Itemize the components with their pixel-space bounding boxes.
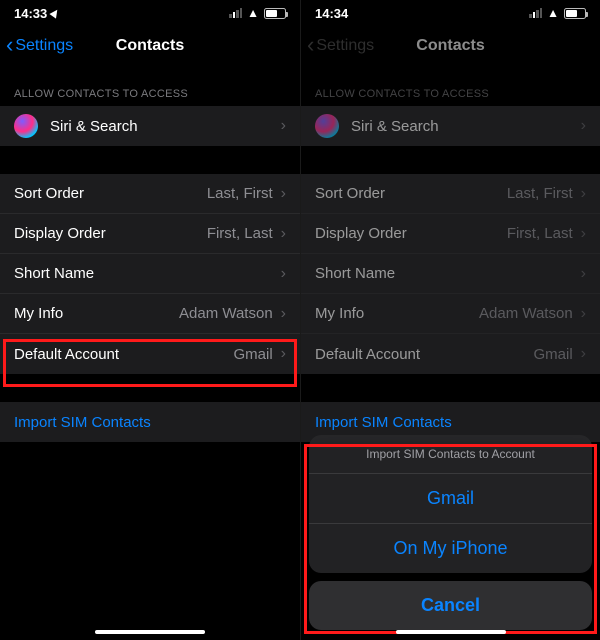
chevron-left-icon: ‹ (307, 34, 314, 56)
battery-icon (564, 8, 586, 19)
row-label: Siri & Search (351, 118, 573, 135)
row-display-order: Display Order First, Last › (301, 214, 600, 254)
chevron-right-icon: › (581, 117, 586, 135)
row-label: Default Account (315, 346, 534, 363)
row-short-name[interactable]: Short Name › (0, 254, 300, 294)
chevron-right-icon: › (281, 305, 286, 323)
battery-icon (264, 8, 286, 19)
right-screenshot: 14:34 ▲ ‹ Settings Contacts ALLOW CONTAC… (300, 0, 600, 640)
row-label: My Info (14, 305, 179, 322)
sheet-header: Import SIM Contacts to Account (309, 435, 592, 474)
back-button: ‹ Settings (307, 36, 374, 56)
row-label: Sort Order (14, 185, 207, 202)
row-my-info: My Info Adam Watson › (301, 294, 600, 334)
row-value: Gmail (234, 346, 273, 363)
row-sort-order: Sort Order Last, First › (301, 174, 600, 214)
left-screenshot: 14:33 ▲ ‹ Settings Contacts ALLOW CONTAC… (0, 0, 300, 640)
wifi-icon: ▲ (547, 7, 559, 19)
section-header-access: ALLOW CONTACTS TO ACCESS (0, 66, 300, 106)
row-label: Default Account (14, 346, 234, 363)
row-my-info[interactable]: My Info Adam Watson › (0, 294, 300, 334)
status-time: 14:33 (14, 6, 47, 21)
chevron-right-icon: › (581, 345, 586, 363)
status-bar: 14:34 ▲ (301, 0, 600, 26)
chevron-right-icon: › (581, 225, 586, 243)
nav-bar: ‹ Settings Contacts (0, 26, 300, 66)
row-siri-search: Siri & Search › (301, 106, 600, 146)
row-value: Adam Watson (179, 305, 273, 322)
row-value: Last, First (207, 185, 273, 202)
status-bar: 14:33 ▲ (0, 0, 300, 26)
chevron-left-icon: ‹ (6, 34, 13, 56)
chevron-right-icon: › (281, 117, 286, 135)
page-title: Contacts (116, 37, 184, 55)
sheet-option-gmail[interactable]: Gmail (309, 474, 592, 524)
back-label: Settings (316, 37, 374, 55)
row-short-name: Short Name › (301, 254, 600, 294)
row-sort-order[interactable]: Sort Order Last, First › (0, 174, 300, 214)
cell-signal-icon (529, 8, 542, 18)
back-label: Settings (15, 37, 73, 55)
status-time: 14:34 (315, 6, 348, 21)
section-header-access: ALLOW CONTACTS TO ACCESS (301, 66, 600, 106)
back-button[interactable]: ‹ Settings (6, 36, 73, 56)
chevron-right-icon: › (281, 185, 286, 203)
chevron-right-icon: › (281, 225, 286, 243)
home-indicator[interactable] (95, 630, 205, 634)
row-label: Display Order (14, 225, 207, 242)
import-sim-label: Import SIM Contacts (315, 414, 452, 431)
siri-icon (14, 114, 38, 138)
row-siri-search[interactable]: Siri & Search › (0, 106, 300, 146)
row-default-account[interactable]: Default Account Gmail › (0, 334, 300, 374)
location-icon (50, 7, 61, 18)
row-label: Siri & Search (50, 118, 273, 135)
sheet-cancel-button[interactable]: Cancel (309, 581, 592, 630)
siri-icon (315, 114, 339, 138)
cell-signal-icon (229, 8, 242, 18)
chevron-right-icon: › (581, 305, 586, 323)
import-sim-label: Import SIM Contacts (14, 414, 151, 431)
page-title: Contacts (416, 37, 484, 55)
row-label: Sort Order (315, 185, 507, 202)
settings-content: ALLOW CONTACTS TO ACCESS Siri & Search ›… (0, 66, 300, 640)
chevron-right-icon: › (581, 265, 586, 283)
row-label: Short Name (14, 265, 273, 282)
chevron-right-icon: › (281, 345, 286, 363)
row-value: First, Last (507, 225, 573, 242)
row-default-account: Default Account Gmail › (301, 334, 600, 374)
row-value: Gmail (534, 346, 573, 363)
action-sheet: Import SIM Contacts to Account Gmail On … (309, 435, 592, 630)
row-display-order[interactable]: Display Order First, Last › (0, 214, 300, 254)
sheet-option-on-my-iphone[interactable]: On My iPhone (309, 524, 592, 573)
wifi-icon: ▲ (247, 7, 259, 19)
row-label: My Info (315, 305, 479, 322)
home-indicator[interactable] (396, 630, 506, 634)
row-label: Short Name (315, 265, 573, 282)
row-value: First, Last (207, 225, 273, 242)
row-value: Adam Watson (479, 305, 573, 322)
row-import-sim-contacts[interactable]: Import SIM Contacts (0, 402, 300, 442)
chevron-right-icon: › (581, 185, 586, 203)
nav-bar: ‹ Settings Contacts (301, 26, 600, 66)
row-label: Display Order (315, 225, 507, 242)
chevron-right-icon: › (281, 265, 286, 283)
row-value: Last, First (507, 185, 573, 202)
